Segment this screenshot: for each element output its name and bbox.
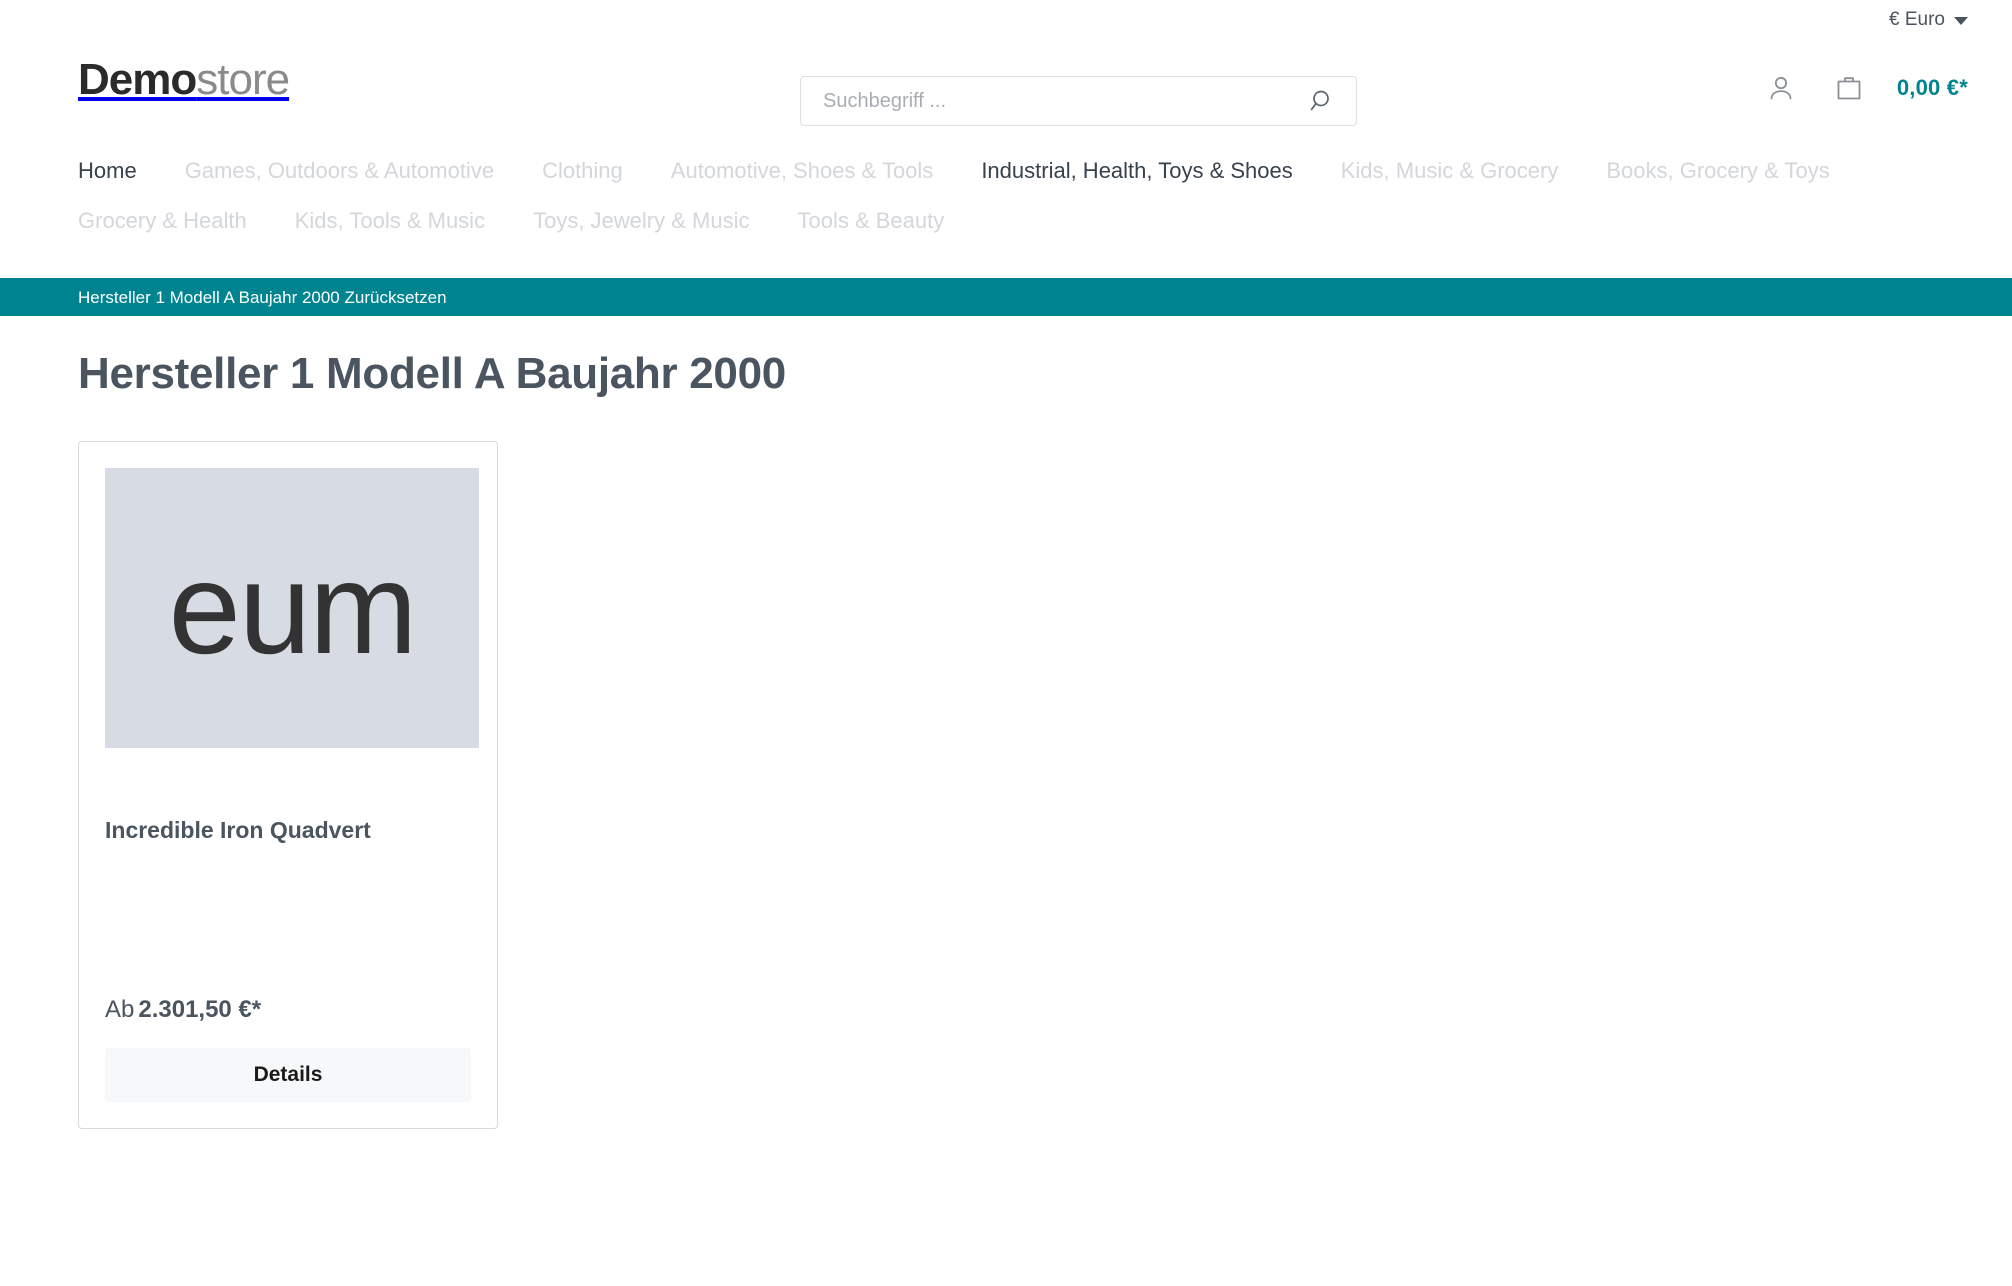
main-content: Hersteller 1 Modell A Baujahr 2000 eum I…: [0, 316, 2012, 1286]
main-navigation: Home Games, Outdoors & Automotive Clothi…: [0, 146, 2012, 246]
header-actions: 0,00 €*: [1759, 66, 1968, 110]
product-grid: eum Incredible Iron Quadvert Ab 2.301,50 …: [78, 440, 1934, 1129]
chevron-down-icon: [1954, 16, 1968, 25]
nav-item-home[interactable]: Home: [78, 146, 137, 196]
site-logo[interactable]: Demostore: [78, 55, 290, 104]
product-image[interactable]: eum: [105, 467, 479, 748]
reset-filter-link[interactable]: Hersteller 1 Modell A Baujahr 2000 Zurüc…: [78, 289, 447, 306]
user-icon: [1770, 76, 1792, 100]
nav-item-industrial-health-toys-shoes[interactable]: Industrial, Health, Toys & Shoes: [981, 146, 1292, 196]
top-utility-bar: € Euro: [0, 0, 2012, 38]
product-price: Ab 2.301,50 €*: [105, 996, 471, 1024]
site-header: Demostore Suchbegriff ... 0,00 €*: [0, 38, 2012, 134]
currency-label: € Euro: [1889, 8, 1945, 30]
page-title: Hersteller 1 Modell A Baujahr 2000: [78, 349, 786, 398]
shopping-bag-icon: [1837, 77, 1861, 100]
account-button[interactable]: [1759, 66, 1803, 110]
price-amount: 2.301,50 €*: [138, 995, 262, 1023]
active-filter-bar: Hersteller 1 Modell A Baujahr 2000 Zurüc…: [0, 278, 2012, 316]
cart-button[interactable]: [1827, 66, 1871, 110]
currency-selector[interactable]: € Euro: [1889, 10, 1968, 29]
nav-item-tools-beauty[interactable]: Tools & Beauty: [797, 196, 944, 246]
search-button[interactable]: [1306, 84, 1340, 118]
nav-item-books-grocery-toys[interactable]: Books, Grocery & Toys: [1606, 146, 1829, 196]
product-name-link[interactable]: Incredible Iron Quadvert: [105, 816, 471, 846]
details-button[interactable]: Details: [105, 1047, 471, 1102]
nav-item-kids-tools-music[interactable]: Kids, Tools & Music: [295, 196, 485, 246]
logo-bold-part: Demo: [78, 55, 197, 104]
storefront-page: € Euro Demostore Suchbegriff ... 0,00 €*…: [0, 0, 2012, 1286]
logo-light-part: store: [196, 55, 290, 104]
cart-total[interactable]: 0,00 €*: [1897, 75, 1968, 101]
nav-item-clothing[interactable]: Clothing: [542, 146, 623, 196]
product-card: eum Incredible Iron Quadvert Ab 2.301,50 …: [78, 440, 498, 1129]
search-box: [800, 76, 1357, 126]
nav-item-games-outdoors-automotive[interactable]: Games, Outdoors & Automotive: [185, 146, 494, 196]
nav-item-toys-jewelry-music[interactable]: Toys, Jewelry & Music: [533, 196, 749, 246]
price-prefix: Ab: [105, 995, 135, 1023]
product-image-placeholder-text: eum: [168, 534, 418, 681]
nav-item-automotive-shoes-tools[interactable]: Automotive, Shoes & Tools: [671, 146, 934, 196]
search-form: [800, 76, 1357, 126]
nav-item-kids-music-grocery[interactable]: Kids, Music & Grocery: [1341, 146, 1559, 196]
search-icon: [1310, 90, 1329, 111]
nav-item-grocery-health[interactable]: Grocery & Health: [78, 196, 247, 246]
card-spacer: [105, 846, 471, 996]
search-input[interactable]: [823, 89, 1306, 113]
